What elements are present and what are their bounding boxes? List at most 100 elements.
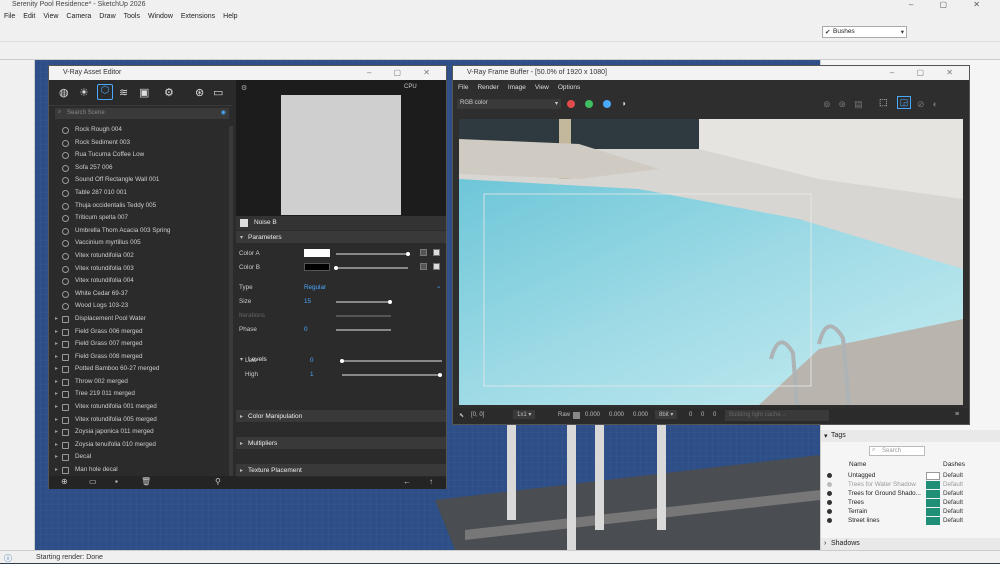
list-item[interactable]: Rock Sediment 003 [49,137,229,150]
tag-row[interactable]: Untagged Default [821,471,1000,480]
low-slider[interactable] [342,360,442,362]
menu-edit[interactable]: Edit [23,13,35,20]
expand-arrow-icon[interactable]: ▸ [55,388,58,401]
tag-row[interactable]: Trees for Water Shadow Default [821,480,1000,489]
track-mouse-icon[interactable]: ◲ [897,96,911,109]
list-item[interactable]: Sound Off Rectangle Wall 001 [49,174,229,187]
list-item[interactable]: Thuja occidentalis Teddy 005 [49,200,229,213]
tag-row[interactable]: Trees for Ground Shado... Default [821,489,1000,498]
expand-arrow-icon[interactable]: ▸ [55,464,58,476]
preview-engine-label[interactable]: CPU [404,84,417,90]
tag-dashes[interactable]: Default [943,489,963,498]
frame-buffer-titlebar[interactable]: V-Ray Frame Buffer - [50.0% of 1920 x 10… [453,66,969,80]
add-icon[interactable]: ⊕ [61,477,68,486]
list-item[interactable]: ▸ Field Grass 008 merged [49,351,229,364]
visibility-eye-icon[interactable] [827,500,832,505]
menu-help[interactable]: Help [223,13,237,20]
bit-depth-dropdown[interactable]: 8bit ▾ [655,410,678,419]
arrow-left-icon[interactable]: ← [403,477,411,486]
type-dropdown[interactable]: Regular [304,284,326,291]
tag-dashes[interactable]: Default [943,507,963,516]
blue-channel-button[interactable] [603,100,611,108]
stop-render-icons[interactable]: ⊘◐ [917,99,946,110]
render-controls-icons[interactable]: ⊚⊛▤ [823,99,871,110]
texture-slot-icon[interactable] [420,249,427,256]
color-a-swatch[interactable] [304,249,330,257]
expand-arrow-icon[interactable]: ▸ [55,326,58,339]
list-item[interactable]: ▸ Vitex rotundifolia 005 merged [49,414,229,427]
list-item[interactable]: ▸ Field Grass 006 merged [49,326,229,339]
slider-knob[interactable] [438,373,442,377]
fb-menu-render[interactable]: Render [477,84,498,91]
menu-tools[interactable]: Tools [124,13,140,20]
list-item[interactable]: Vitex rotundifolia 003 [49,263,229,276]
menu-view[interactable]: View [43,13,58,20]
col-dashes[interactable]: Dashes [943,461,965,468]
list-item[interactable]: Rock Rough 004 [49,124,229,137]
list-item[interactable]: ▸ Decal [49,451,229,464]
shadows-panel-header[interactable]: › Shadows [821,538,1000,550]
menu-camera[interactable]: Camera [66,13,91,20]
tag-dashes[interactable]: Default [943,471,963,480]
list-item[interactable]: ▸ Vitex rotundifolia 001 merged [49,401,229,414]
tag-color-swatch[interactable] [926,517,940,525]
list-item[interactable]: ▸ Tree 219 011 merged [49,388,229,401]
delete-icon[interactable]: 🗑 [141,477,151,486]
window-controls[interactable]: – ▢ ✕ [367,68,440,77]
green-channel-button[interactable] [585,100,593,108]
list-item[interactable]: White Cedar 69-37 [49,288,229,301]
textures-icon[interactable]: ≋ [119,86,128,99]
slider-knob[interactable] [334,266,338,270]
geometry-icon[interactable]: ⬡ [97,84,113,100]
tag-row[interactable]: Terrain Default [821,507,1000,516]
tag-row[interactable]: Trees Default [821,498,1000,507]
expand-arrow-icon[interactable]: ▸ [55,439,58,452]
tag-color-swatch[interactable] [926,481,940,489]
window-controls[interactable]: – ▢ ✕ [909,0,992,9]
frame-buffer-icon[interactable]: ▭ [213,86,223,99]
fb-menu-image[interactable]: Image [508,84,526,91]
list-item[interactable]: ▸ Displacement Pool Water [49,313,229,326]
tag-dashes[interactable]: Default [943,516,963,525]
render-image[interactable] [459,119,963,405]
list-item[interactable]: Wood Logs 103-23 [49,300,229,313]
slider-knob[interactable] [340,359,344,363]
high-slider[interactable] [342,374,442,376]
chevron-down-icon[interactable]: ⌄ [436,283,441,290]
pointer-icon[interactable]: ⬉ [459,412,464,419]
menu-draw[interactable]: Draw [99,13,115,20]
visibility-eye-icon[interactable] [827,473,832,478]
materials-icon[interactable]: ◍ [59,86,69,99]
channel-dropdown[interactable]: RGB color ▾ [457,99,561,109]
list-item[interactable]: ▸ Potted Bamboo 60-27 merged [49,363,229,376]
tag-dashes[interactable]: Default [943,480,963,489]
size-slider[interactable] [336,301,391,303]
section-color-manipulation[interactable]: ▸ Color Manipulation [236,410,446,423]
list-item[interactable]: Vitex rotundifolia 002 [49,250,229,263]
size-input[interactable]: 15 [304,298,311,305]
expand-arrow-icon[interactable]: ▸ [55,451,58,464]
color-a-slider[interactable] [336,253,408,255]
cleanup-icon[interactable]: ⚲ [215,477,221,486]
tag-color-swatch[interactable] [926,490,940,498]
lights-icon[interactable]: ☀ [79,86,89,99]
list-item[interactable]: Rua Tucuma Coffee Low [49,149,229,162]
phase-input[interactable]: 0 [304,326,308,333]
visibility-eye-icon[interactable] [827,482,832,487]
render-elements-icon[interactable]: ▣ [139,86,149,99]
tags-search-input[interactable]: ⌕ Search [869,446,925,456]
color-b-checkbox[interactable] [433,263,440,270]
tag-dashes[interactable]: Default [943,498,963,507]
menu-extensions[interactable]: Extensions [181,13,215,20]
ratio-dropdown[interactable]: 1x1 ▾ [513,410,536,419]
list-item[interactable]: Triticum spelta 007 [49,212,229,225]
asset-editor-titlebar[interactable]: V-Ray Asset Editor – ▢ ✕ [49,66,446,80]
settings-gear-icon[interactable]: ⚙ [164,86,174,99]
info-icon[interactable]: ⓘ [4,553,12,564]
fb-menu-view[interactable]: View [535,84,549,91]
tag-dropdown[interactable]: ✔ Bushes ▾ [822,26,907,38]
log-toggle-icon[interactable]: ≡ [955,411,959,418]
slider-knob[interactable] [388,300,392,304]
tag-color-swatch[interactable] [926,472,940,480]
col-name[interactable]: Name [849,461,866,468]
